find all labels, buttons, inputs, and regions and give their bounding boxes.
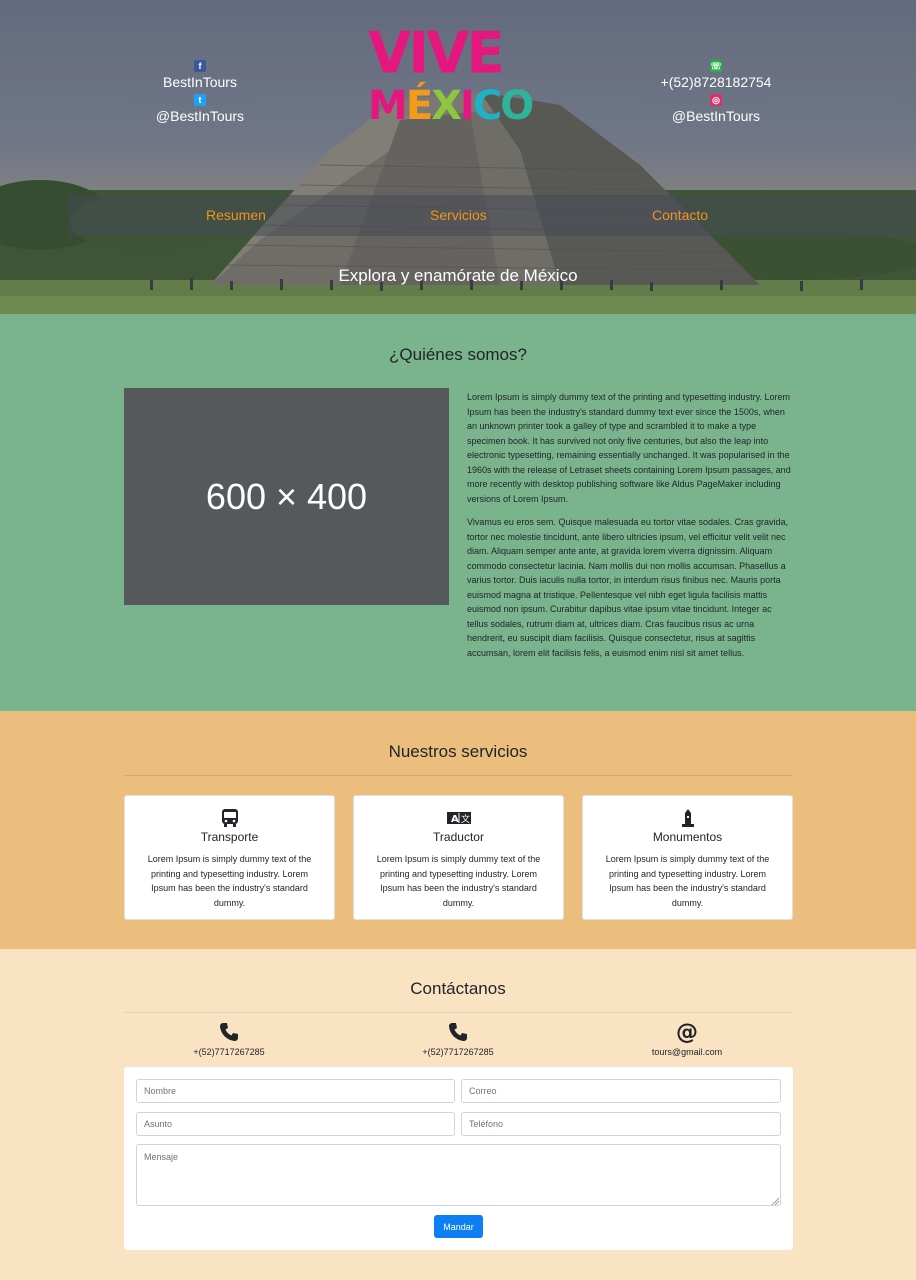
email-input[interactable]: [461, 1079, 781, 1103]
subject-input[interactable]: [136, 1112, 455, 1136]
service-card-transporte: Transporte Lorem Ipsum is simply dummy t…: [124, 795, 335, 920]
social-instagram[interactable]: ◎ @BestInTours: [650, 94, 782, 124]
service-title: Traductor: [433, 830, 484, 844]
facebook-icon: f: [194, 60, 206, 72]
main-nav: Resumen Servicios Contacto: [68, 195, 916, 236]
services-divider: [124, 775, 793, 776]
service-card-monumentos: Monumentos Lorem Ipsum is simply dummy t…: [582, 795, 793, 920]
about-title: ¿Quiénes somos?: [389, 345, 527, 364]
instagram-label: @BestInTours: [671, 108, 761, 124]
about-section: ¿Quiénes somos? 600 × 400 Lorem Ipsum is…: [0, 314, 916, 711]
services-title: Nuestros servicios: [388, 742, 528, 761]
social-twitter[interactable]: t @BestInTours: [150, 94, 250, 124]
social-left: f BestInTours t @BestInTours: [150, 60, 250, 128]
hero-tagline: Explora y enamórate de México: [338, 266, 578, 285]
translate-icon: A文: [354, 808, 563, 828]
message-textarea[interactable]: [136, 1144, 781, 1206]
social-right: ☏ +(52)8728182754 ◎ @BestInTours: [650, 60, 782, 128]
nav-resumen[interactable]: Resumen: [206, 207, 266, 223]
contact-email-text: tours@gmail.com: [651, 1047, 723, 1057]
send-button[interactable]: Mandar: [434, 1215, 483, 1238]
phone-icon: [378, 1021, 538, 1043]
monument-icon: [583, 808, 792, 828]
contact-phone-2[interactable]: +(52)7717267285: [378, 1021, 538, 1057]
contact-phone-1[interactable]: +(52)7717267285: [149, 1021, 309, 1057]
whatsapp-icon: ☏: [710, 60, 722, 72]
at-icon: @: [676, 1019, 698, 1045]
contact-form: Mandar: [124, 1067, 793, 1250]
contact-title: Contáctanos: [410, 979, 506, 998]
service-desc: Lorem Ipsum is simply dummy text of the …: [147, 854, 312, 908]
contact-email[interactable]: @ tours@gmail.com: [607, 1019, 767, 1058]
whatsapp-label: +(52)8728182754: [660, 74, 772, 90]
instagram-icon: ◎: [710, 94, 722, 106]
service-title: Monumentos: [652, 830, 723, 844]
phone-icon: [149, 1021, 309, 1043]
contact-divider: [124, 1012, 793, 1013]
facebook-label: BestInTours: [163, 74, 237, 90]
service-desc: Lorem Ipsum is simply dummy text of the …: [376, 854, 541, 908]
nav-servicios[interactable]: Servicios: [430, 207, 487, 223]
about-text: Lorem Ipsum is simply dummy text of the …: [467, 390, 793, 669]
social-facebook[interactable]: f BestInTours: [150, 60, 250, 90]
about-paragraph-1: Lorem Ipsum is simply dummy text of the …: [467, 392, 791, 504]
hero-banner: f BestInTours t @BestInTours VIVE MÉXICO…: [0, 0, 916, 314]
bus-icon: [125, 808, 334, 828]
nav-contacto[interactable]: Contacto: [652, 207, 708, 223]
service-desc: Lorem Ipsum is simply dummy text of the …: [605, 854, 770, 908]
contact-phone-1-text: +(52)7717267285: [193, 1047, 265, 1057]
contact-phone-2-text: +(52)7717267285: [422, 1047, 494, 1057]
vive-mexico-logo: VIVE MÉXICO: [368, 20, 534, 129]
phone-input[interactable]: [461, 1112, 781, 1136]
svg-text:文: 文: [461, 813, 470, 825]
name-input[interactable]: [136, 1079, 455, 1103]
twitter-label: @BestInTours: [155, 108, 245, 124]
resize-grip-icon[interactable]: [771, 1197, 779, 1205]
service-card-traductor: A文 Traductor Lorem Ipsum is simply dummy…: [353, 795, 564, 920]
contact-section: Contáctanos +(52)7717267285 +(52)7717267…: [0, 949, 916, 1280]
service-title: Transporte: [200, 830, 259, 844]
svg-text:A: A: [451, 814, 459, 825]
social-whatsapp[interactable]: ☏ +(52)8728182754: [650, 60, 782, 90]
about-paragraph-2: Vivamus eu eros sem. Quisque malesuada e…: [467, 517, 788, 658]
twitter-icon: t: [194, 94, 206, 106]
services-section: Nuestros servicios Transporte Lorem Ipsu…: [0, 711, 916, 949]
about-image-placeholder: 600 × 400: [124, 388, 449, 605]
